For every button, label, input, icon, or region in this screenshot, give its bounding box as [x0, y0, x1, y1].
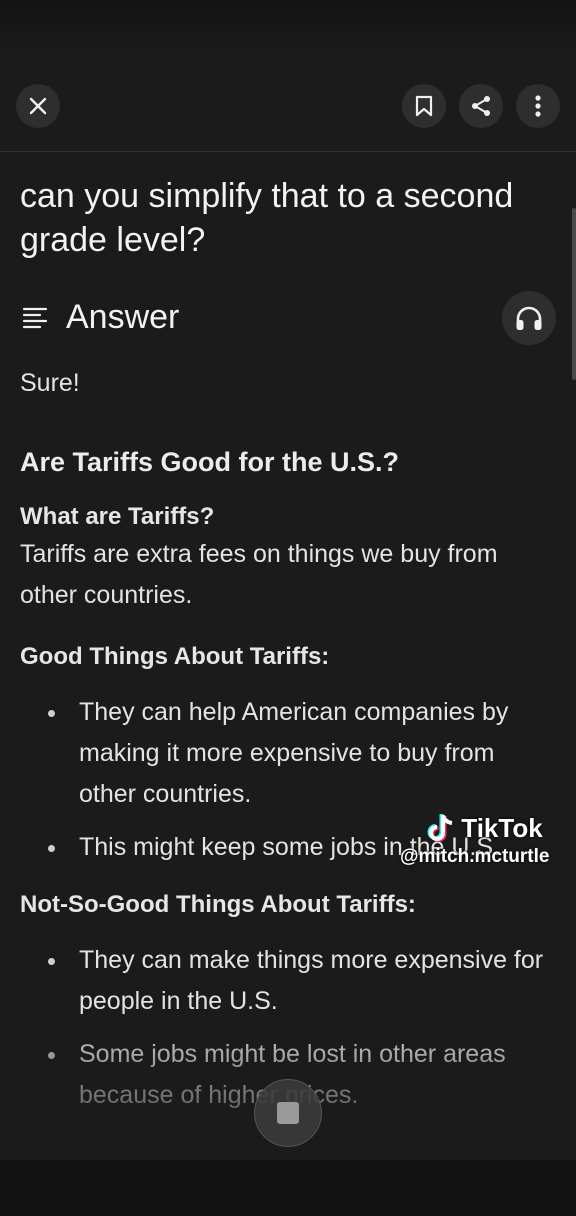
- more-vertical-icon: [535, 95, 541, 117]
- answer-header: Answer: [20, 295, 179, 339]
- answer-lines-icon: [22, 307, 48, 329]
- tiktok-brand: TikTok: [461, 812, 543, 843]
- tiktok-logo-icon: [427, 814, 453, 842]
- section-title: What are Tariffs?: [20, 503, 215, 530]
- list-item: They can help American companies by maki…: [20, 692, 550, 815]
- user-question: can you simplify that to a second grade …: [20, 177, 514, 259]
- stop-icon: [277, 1102, 299, 1124]
- answer-body: Sure! Are Tariffs Good for the U.S.? Wha…: [20, 363, 550, 1116]
- section-title: Not-So-Good Things About Tariffs:: [20, 891, 416, 918]
- scrollbar[interactable]: [572, 208, 576, 380]
- list-item: They can make things more expensive for …: [20, 940, 550, 1022]
- header-divider: [0, 151, 576, 152]
- answer-heading: Are Tariffs Good for the U.S.?: [20, 447, 400, 477]
- headphones-icon: [516, 306, 542, 330]
- bottom-bar: [0, 1160, 576, 1216]
- bookmark-button[interactable]: [402, 84, 446, 128]
- share-icon: [472, 96, 490, 116]
- bookmark-icon: [415, 95, 433, 117]
- tiktok-handle: @mitch.mcturtle: [400, 846, 550, 867]
- close-button[interactable]: [16, 84, 60, 128]
- share-button[interactable]: [459, 84, 503, 128]
- answer-intro: Sure!: [20, 369, 80, 397]
- close-icon: [29, 97, 47, 115]
- tiktok-watermark: TikTok @mitch.mcturtle: [400, 812, 570, 868]
- stop-generation-button[interactable]: [254, 1079, 322, 1147]
- more-options-button[interactable]: [516, 84, 560, 128]
- section-text: Tariffs are extra fees on things we buy …: [20, 540, 498, 609]
- section-title: Good Things About Tariffs:: [20, 643, 330, 670]
- listen-button[interactable]: [502, 291, 556, 345]
- tiktok-logo-row: TikTok: [400, 812, 570, 844]
- top-blur-area: [0, 0, 576, 60]
- answer-title: Answer: [66, 297, 180, 336]
